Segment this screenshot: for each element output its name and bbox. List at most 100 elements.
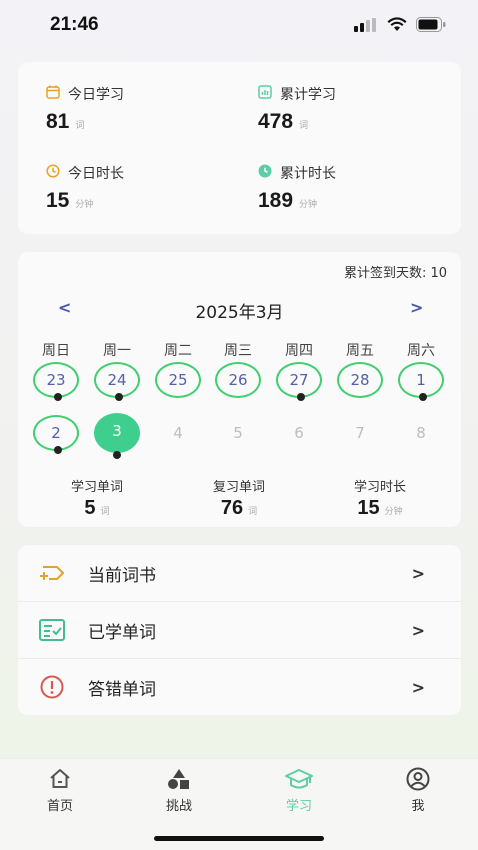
day-number: 26	[228, 371, 248, 389]
checkin-dot	[54, 446, 62, 454]
summary-label: 复习单词	[212, 480, 265, 495]
stat-unit: 词	[75, 121, 85, 131]
calendar-day[interactable]: 2	[33, 415, 79, 454]
tab-study[interactable]: 学习	[259, 767, 339, 814]
summary-unit: 分钟	[384, 507, 403, 517]
menu-card: 当前词书 > 已学单词 > 答错单词 >	[18, 545, 461, 715]
weekday-label: 周三	[224, 343, 252, 359]
stat-value: 478	[258, 110, 294, 133]
calendar-day[interactable]: 27	[276, 362, 322, 401]
menu-item-wrong-words[interactable]: 答错单词 >	[18, 659, 461, 715]
calendar-day[interactable]: 24	[94, 362, 140, 401]
bar-chart-icon	[258, 85, 272, 103]
stat-unit: 分钟	[75, 200, 94, 210]
calendar-day[interactable]: 6	[276, 415, 322, 451]
shapes-icon	[139, 767, 219, 791]
day-number: 24	[107, 371, 127, 389]
summary-learn-words: 学习单词 5 词	[22, 476, 172, 520]
day-number: 2	[51, 424, 61, 442]
weekday-label: 周四	[285, 343, 313, 359]
day-number: 3	[112, 422, 122, 440]
summary-label: 学习单词	[70, 480, 123, 495]
cellular-signal-icon	[354, 17, 378, 36]
day-number: 28	[350, 371, 370, 389]
stat-label: 累计学习	[280, 87, 336, 103]
day-number: 5	[233, 424, 243, 442]
tab-label: 学习	[285, 799, 312, 814]
calendar-day[interactable]: 23	[33, 362, 79, 401]
menu-label: 答错单词	[88, 679, 156, 700]
tab-label: 首页	[46, 799, 73, 814]
checkin-dot	[54, 393, 62, 401]
clock-filled-icon	[258, 164, 272, 182]
status-bar: 21:46	[0, 0, 478, 52]
day-number: 4	[173, 424, 183, 442]
summary-label: 学习时长	[353, 480, 406, 495]
calendar-day[interactable]: 28	[337, 362, 383, 398]
home-icon	[20, 767, 100, 791]
stat-total-time: 累计时长 189 分钟	[258, 163, 336, 213]
weekday-label: 周二	[164, 343, 192, 359]
graduation-cap-icon	[259, 767, 339, 791]
day-number: 23	[46, 371, 66, 389]
calendar-day[interactable]: 5	[215, 415, 261, 451]
checklist-icon	[38, 617, 66, 643]
summary-unit: 词	[248, 507, 258, 517]
day-number: 27	[289, 371, 309, 389]
stat-today-time: 今日时长 15 分钟	[46, 163, 124, 213]
tab-challenge[interactable]: 挑战	[139, 767, 219, 814]
summary-value: 76	[220, 497, 244, 519]
weekday-label: 周一	[103, 343, 131, 359]
book-tag-icon	[38, 560, 66, 586]
stats-card: 今日学习 81 词 累计学习 478 词 今日时长 15 分钟 累计时长 189…	[18, 62, 461, 234]
weekday-label: 周日	[42, 343, 70, 359]
stat-label: 今日学习	[68, 87, 124, 103]
menu-item-learned-words[interactable]: 已学单词 >	[18, 602, 461, 658]
day-number: 1	[416, 371, 426, 389]
status-icons	[354, 17, 446, 36]
menu-label: 已学单词	[88, 622, 156, 643]
checkin-dot	[419, 393, 427, 401]
stat-total-learn: 累计学习 478 词	[258, 84, 336, 134]
next-month-button[interactable]: >	[410, 298, 423, 317]
calendar-card: 累计签到天数: 10 < 2025年3月 > 周日 周一 周二 周三 周四 周五…	[18, 252, 461, 527]
wifi-icon	[387, 17, 407, 36]
stat-unit: 分钟	[299, 200, 318, 210]
home-indicator	[154, 836, 324, 841]
calendar-day[interactable]: 4	[155, 415, 201, 451]
battery-icon	[416, 17, 446, 36]
summary-unit: 词	[100, 507, 110, 517]
stat-value: 15	[46, 189, 70, 212]
chevron-right-icon: >	[411, 677, 425, 697]
summary-review-words: 复习单词 76 词	[164, 476, 314, 520]
calendar-day[interactable]: 7	[337, 415, 383, 451]
tab-label: 我	[411, 799, 425, 814]
menu-item-current-book[interactable]: 当前词书 >	[18, 545, 461, 601]
month-header: < 2025年3月 >	[18, 296, 461, 323]
chevron-right-icon: >	[411, 620, 425, 640]
day-number: 7	[355, 424, 365, 442]
stat-label: 累计时长	[280, 166, 336, 182]
menu-label: 当前词书	[88, 565, 156, 586]
calendar-day[interactable]: 1	[398, 362, 444, 401]
weekday-label: 周五	[346, 343, 374, 359]
summary-study-time: 学习时长 15 分钟	[305, 476, 455, 520]
calendar-day[interactable]: 8	[398, 415, 444, 451]
tab-profile[interactable]: 我	[378, 767, 458, 814]
clock-icon	[46, 164, 60, 182]
checkin-dot	[115, 393, 123, 401]
tab-home[interactable]: 首页	[20, 767, 100, 814]
stat-label: 今日时长	[68, 166, 124, 182]
summary-value: 5	[84, 497, 96, 519]
calendar-day[interactable]: 26	[215, 362, 261, 398]
calendar-day-today[interactable]: 3	[94, 413, 140, 459]
checkin-days: 累计签到天数: 10	[343, 266, 447, 281]
calendar-day[interactable]: 25	[155, 362, 201, 398]
status-time: 21:46	[50, 14, 99, 35]
profile-icon	[378, 767, 458, 791]
summary-value: 15	[357, 497, 380, 519]
calendar-icon	[46, 85, 60, 103]
checkin-dot	[113, 451, 121, 459]
month-title: 2025年3月	[195, 303, 284, 323]
day-number: 25	[168, 371, 188, 389]
